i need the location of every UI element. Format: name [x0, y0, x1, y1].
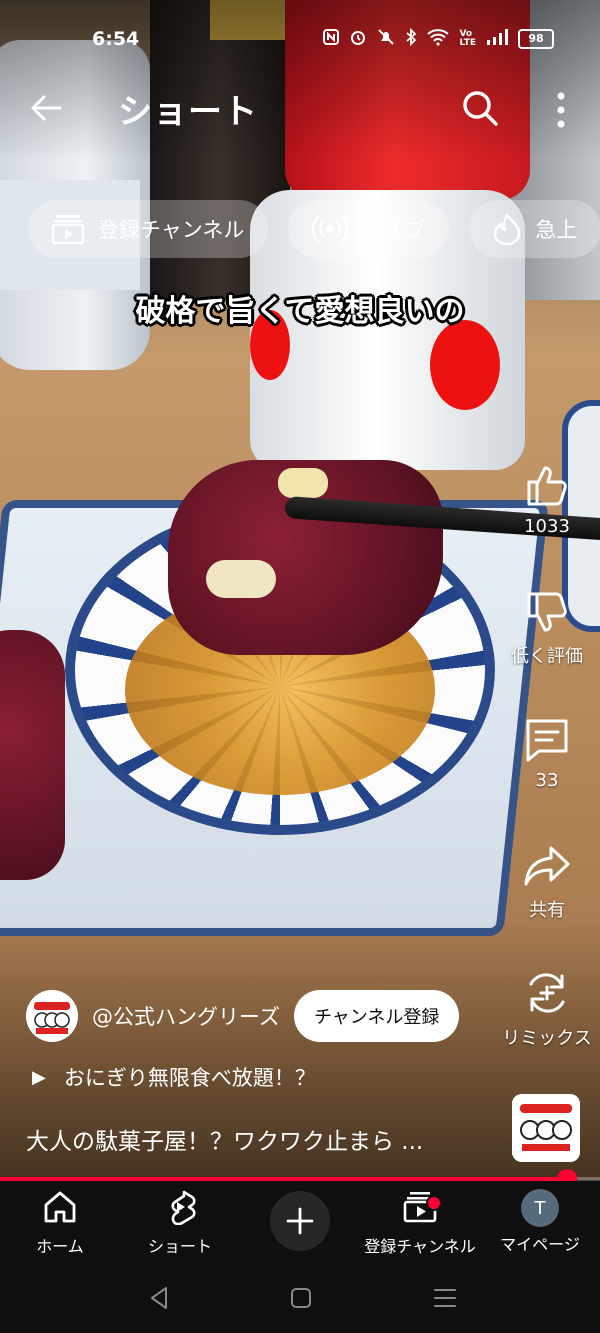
triangle-back-icon	[151, 1287, 167, 1309]
chip-live[interactable]: ライブ	[288, 200, 450, 258]
signal-icon	[486, 29, 508, 49]
filter-chips: 登録チャンネル ライブ 急上	[28, 200, 600, 258]
channel-avatar[interactable]	[26, 990, 78, 1042]
remix-icon	[529, 973, 565, 1013]
search-button[interactable]	[458, 86, 502, 130]
home-icon	[44, 1191, 76, 1223]
thumbs-down-icon	[527, 592, 567, 632]
chip-label: 登録チャンネル	[98, 218, 245, 242]
status-bar: 6:54 Vo LTE 98	[0, 24, 600, 56]
chip-trending[interactable]: 急上	[469, 200, 600, 258]
bottom-navigation: ホーム ショート 登録チャンネル T マイページ	[0, 1181, 600, 1263]
alarm-icon	[349, 28, 367, 50]
square-home-icon	[291, 1288, 311, 1308]
comment-count: 33	[535, 770, 559, 791]
create-button[interactable]	[270, 1191, 330, 1251]
plus-icon	[286, 1207, 314, 1235]
channel-logo-icon	[512, 1094, 580, 1162]
system-recents-button[interactable]	[425, 1283, 465, 1313]
remix-button[interactable]: リミックス	[497, 968, 597, 1050]
live-icon	[312, 214, 349, 244]
nav-home[interactable]: ホーム	[0, 1189, 120, 1257]
dislike-label: 低く評価	[511, 646, 583, 667]
share-label: 共有	[529, 900, 565, 921]
back-arrow-icon	[31, 95, 62, 121]
like-button[interactable]: 1033	[497, 462, 597, 537]
thumbs-up-icon	[527, 466, 567, 506]
playlist-label: おにぎり無限食べ放題！？	[63, 1066, 316, 1090]
playlist-link[interactable]: ▶ おにぎり無限食べ放題！？	[32, 1062, 316, 1092]
subscriptions-icon	[52, 214, 84, 244]
nav-shorts[interactable]: ショート	[120, 1189, 240, 1257]
like-count: 1033	[524, 516, 570, 537]
nav-label: ショート	[147, 1237, 212, 1256]
meat-slice-image	[168, 460, 443, 655]
status-icons: Vo LTE 98	[323, 27, 554, 50]
nav-label: マイページ	[500, 1235, 580, 1254]
volte-icon: Vo LTE	[459, 29, 476, 48]
subscribe-button[interactable]: チャンネル登録	[293, 990, 460, 1042]
nfc-icon	[323, 29, 340, 49]
comment-icon	[526, 719, 568, 762]
chip-label: 急上	[535, 218, 578, 242]
meat-left-image	[0, 630, 65, 880]
shorts-icon	[171, 1190, 196, 1226]
video-title[interactable]: 大人の駄菓子屋！？ワクワク止まら ...	[26, 1122, 423, 1156]
system-back-button[interactable]	[140, 1283, 180, 1313]
more-options-button[interactable]	[546, 86, 576, 130]
share-button[interactable]: 共有	[497, 842, 597, 922]
video-caption: 破格で旨くて愛想良いの	[135, 294, 465, 329]
share-icon	[524, 846, 570, 886]
play-icon: ▶	[32, 1066, 46, 1088]
system-navigation	[0, 1263, 600, 1333]
nav-label: 登録チャンネル	[364, 1237, 476, 1256]
menu-recents-icon	[434, 1289, 456, 1307]
remix-label: リミックス	[502, 1028, 592, 1049]
back-button[interactable]	[26, 86, 70, 130]
trending-icon	[493, 213, 521, 245]
status-time: 6:54	[92, 28, 140, 50]
channel-row: @公式ハングリーズ チャンネル登録	[26, 989, 460, 1043]
channel-name[interactable]: @公式ハングリーズ	[92, 1001, 280, 1031]
nav-label: ホーム	[36, 1237, 84, 1256]
nav-subscriptions[interactable]: 登録チャンネル	[360, 1189, 480, 1257]
chip-label: ライブ	[362, 218, 426, 242]
avatar: T	[521, 1189, 559, 1227]
page-title: ショート	[118, 92, 258, 132]
bluetooth-icon	[405, 27, 417, 50]
comments-button[interactable]: 33	[497, 716, 597, 791]
battery-icon: 98	[518, 29, 554, 49]
channel-logo-icon	[34, 1002, 70, 1034]
dislike-button[interactable]: 低く評価	[497, 588, 597, 668]
chip-subscriptions[interactable]: 登録チャンネル	[28, 200, 269, 258]
notification-dot	[426, 1195, 442, 1211]
more-vert-icon	[557, 92, 565, 128]
nav-my-page[interactable]: T マイページ	[480, 1189, 600, 1255]
system-home-button[interactable]	[281, 1283, 321, 1313]
mute-icon	[377, 28, 395, 50]
header: ショート	[0, 80, 600, 136]
search-icon	[463, 91, 498, 126]
wifi-icon	[427, 28, 450, 50]
sound-thumbnail[interactable]	[512, 1094, 580, 1162]
